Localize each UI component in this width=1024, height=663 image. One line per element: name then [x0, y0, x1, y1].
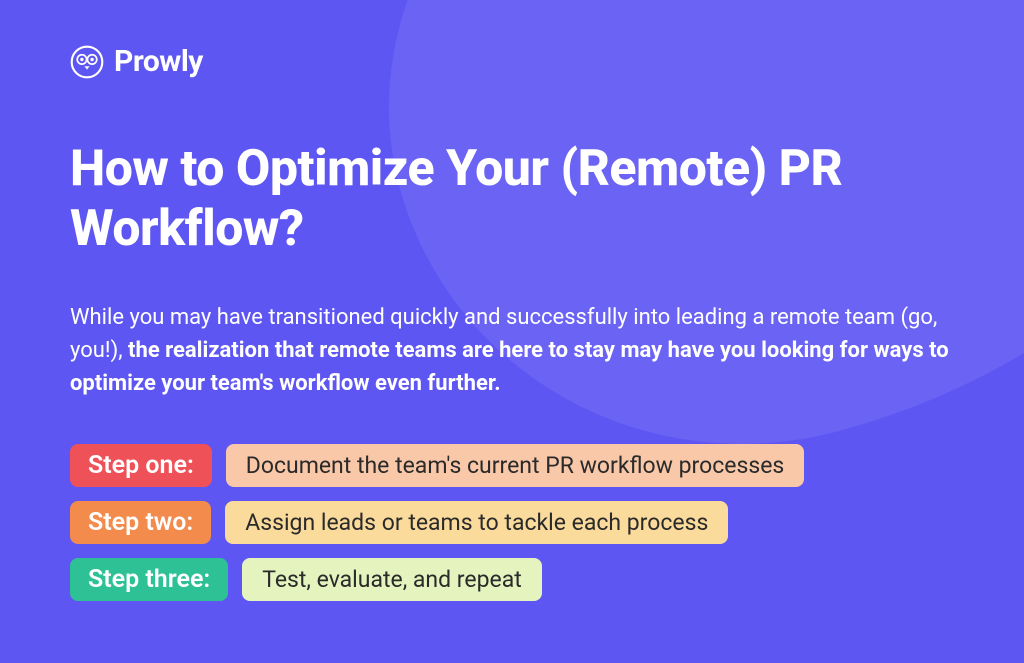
steps-list: Step one: Document the team's current PR…	[70, 444, 954, 601]
brand-logo: Prowly	[70, 44, 954, 79]
step-three-label: Step three:	[70, 558, 228, 601]
step-one-label: Step one:	[70, 444, 212, 487]
step-two-desc: Assign leads or teams to tackle each pro…	[225, 501, 728, 544]
step-one-desc: Document the team's current PR workflow …	[226, 444, 805, 487]
intro-bold: the realization that remote teams are he…	[70, 338, 949, 396]
page-title: How to Optimize Your (Remote) PR Workflo…	[70, 139, 954, 259]
step-row: Step three: Test, evaluate, and repeat	[70, 558, 954, 601]
intro-text: While you may have transitioned quickly …	[70, 301, 950, 400]
owl-icon	[70, 45, 104, 79]
content-container: Prowly How to Optimize Your (Remote) PR …	[0, 0, 1024, 601]
brand-name: Prowly	[114, 44, 203, 79]
step-row: Step one: Document the team's current PR…	[70, 444, 954, 487]
step-three-desc: Test, evaluate, and repeat	[242, 558, 542, 601]
step-two-label: Step two:	[70, 501, 211, 544]
step-row: Step two: Assign leads or teams to tackl…	[70, 501, 954, 544]
